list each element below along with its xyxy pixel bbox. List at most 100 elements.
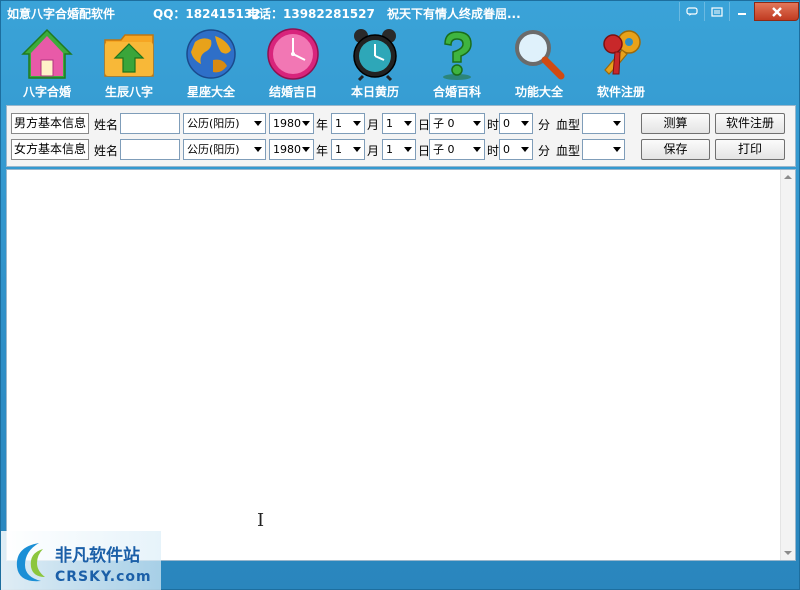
toolbar-label: 功能大全 — [514, 85, 563, 99]
title-bar: 如意八字合婚配软件 QQ：182415132 电话：13982281527 祝天… — [1, 1, 800, 23]
keys-icon — [603, 30, 641, 75]
toolbar-item-almanac[interactable]: 本日黄历 — [334, 23, 416, 103]
qq-contact: QQ：182415132 — [153, 7, 261, 21]
question-mark-icon — [443, 31, 472, 80]
selected-value: 1980 — [273, 117, 301, 130]
dropdown-arrow-icon — [302, 121, 310, 126]
clock-icon — [267, 28, 319, 80]
female-name-input[interactable] — [120, 139, 180, 160]
selected-value: 1 — [386, 117, 393, 130]
male-day-select[interactable]: 1 — [382, 113, 416, 134]
male-info-row: 男方基本信息 姓名 公历(阳历) 1980 年 1 月 1 日 子 0 时 0 … — [7, 113, 795, 135]
dropdown-arrow-icon — [254, 147, 262, 152]
selected-value: 公历(阳历) — [187, 117, 240, 130]
month-label: 月 — [367, 144, 380, 158]
dropdown-arrow-icon — [404, 147, 412, 152]
female-month-select[interactable]: 1 — [331, 139, 365, 160]
female-info-row: 女方基本信息 姓名 公历(阳历) 1980 年 1 月 1 日 子 0 时 0 … — [7, 139, 795, 161]
chat-icon[interactable] — [679, 2, 704, 21]
toolbar-label: 生辰八字 — [104, 85, 153, 99]
female-minute-select[interactable]: 0 — [499, 139, 533, 160]
scroll-down-icon[interactable] — [784, 551, 792, 555]
hour-label: 时 — [487, 118, 500, 132]
close-button[interactable] — [754, 2, 799, 21]
minimize-button[interactable] — [729, 2, 754, 21]
minute-label: 分 — [538, 118, 551, 132]
menu-icon[interactable] — [704, 2, 729, 21]
year-label: 年 — [316, 118, 329, 132]
selected-value: 1 — [386, 143, 393, 156]
toolbar-item-features[interactable]: 功能大全 — [498, 23, 580, 103]
watermark-cn: 非凡软件站 — [55, 546, 140, 566]
dropdown-arrow-icon — [521, 147, 529, 152]
male-minute-select[interactable]: 0 — [499, 113, 533, 134]
toolbar-label: 合婚百科 — [432, 85, 481, 99]
female-section-label: 女方基本信息 — [11, 139, 89, 160]
male-month-select[interactable]: 1 — [331, 113, 365, 134]
selected-value: 0 — [503, 143, 510, 156]
close-icon — [771, 6, 782, 17]
save-button[interactable]: 保存 — [641, 139, 710, 160]
toolbar-label: 八字合婚 — [22, 85, 71, 99]
text-cursor-icon: I — [257, 510, 265, 531]
male-year-select[interactable]: 1980 — [269, 113, 314, 134]
selected-value: 子 0 — [433, 143, 455, 156]
magnifier-icon — [515, 30, 565, 80]
watermark-en: CRSKY.com — [55, 569, 152, 585]
toolbar-label: 结婚吉日 — [268, 85, 317, 99]
dropdown-arrow-icon — [473, 121, 481, 126]
result-textarea[interactable]: I — [6, 169, 796, 561]
watermark: 非凡软件站 CRSKY.com — [1, 531, 161, 590]
window-controls — [679, 2, 799, 21]
input-panel: 男方基本信息 姓名 公历(阳历) 1980 年 1 月 1 日 子 0 时 0 … — [6, 105, 796, 167]
toolbar-item-zodiac[interactable]: 星座大全 — [170, 23, 252, 103]
register-button[interactable]: 软件注册 — [715, 113, 785, 134]
dropdown-arrow-icon — [254, 121, 262, 126]
male-calendar-select[interactable]: 公历(阳历) — [183, 113, 266, 134]
dropdown-arrow-icon — [521, 121, 529, 126]
female-blood-select[interactable] — [582, 139, 625, 160]
selected-value: 1980 — [273, 143, 301, 156]
dropdown-arrow-icon — [353, 147, 361, 152]
selected-value: 1 — [335, 143, 342, 156]
calculate-button[interactable]: 测算 — [641, 113, 710, 134]
print-button[interactable]: 打印 — [715, 139, 785, 160]
selected-value: 子 0 — [433, 117, 455, 130]
slogan: 祝天下有情人终成眷屈... — [387, 7, 521, 21]
male-blood-select[interactable] — [582, 113, 625, 134]
crsky-logo-icon — [16, 543, 45, 582]
dropdown-arrow-icon — [404, 121, 412, 126]
name-label: 姓名 — [94, 118, 119, 132]
year-label: 年 — [316, 144, 329, 158]
name-label: 姓名 — [94, 144, 119, 158]
minute-label: 分 — [538, 144, 551, 158]
toolbar-item-register[interactable]: 软件注册 — [580, 23, 662, 103]
male-section-label: 男方基本信息 — [11, 113, 89, 134]
toolbar-item-encyclopedia[interactable]: 合婚百科 — [416, 23, 498, 103]
male-hour-select[interactable]: 子 0 — [429, 113, 485, 134]
female-hour-select[interactable]: 子 0 — [429, 139, 485, 160]
vertical-scrollbar[interactable] — [780, 170, 795, 560]
dropdown-arrow-icon — [353, 121, 361, 126]
phone-contact: 电话：13982281527 — [247, 7, 375, 21]
selected-value: 1 — [335, 117, 342, 130]
female-calendar-select[interactable]: 公历(阳历) — [183, 139, 266, 160]
dropdown-arrow-icon — [473, 147, 481, 152]
toolbar-label: 软件注册 — [596, 85, 645, 99]
hour-label: 时 — [487, 144, 500, 158]
main-toolbar: 八字合婚 生辰八字 星座大全 结婚吉日 本日黄历 合婚百科 功能大全 软件注册 — [1, 23, 800, 103]
toolbar-item-birth-bazi[interactable]: 生辰八字 — [88, 23, 170, 103]
app-title: 如意八字合婚配软件 — [7, 7, 116, 21]
female-day-select[interactable]: 1 — [382, 139, 416, 160]
scroll-up-icon[interactable] — [784, 175, 792, 179]
toolbar-label: 本日黄历 — [350, 85, 399, 99]
dropdown-arrow-icon — [613, 121, 621, 126]
globe-icon — [186, 29, 236, 79]
dropdown-arrow-icon — [302, 147, 310, 152]
house-icon — [21, 28, 73, 79]
male-name-input[interactable] — [120, 113, 180, 134]
toolbar-item-wedding-date[interactable]: 结婚吉日 — [252, 23, 334, 103]
female-year-select[interactable]: 1980 — [269, 139, 314, 160]
toolbar-item-bazi-match[interactable]: 八字合婚 — [6, 23, 88, 103]
month-label: 月 — [367, 118, 380, 132]
